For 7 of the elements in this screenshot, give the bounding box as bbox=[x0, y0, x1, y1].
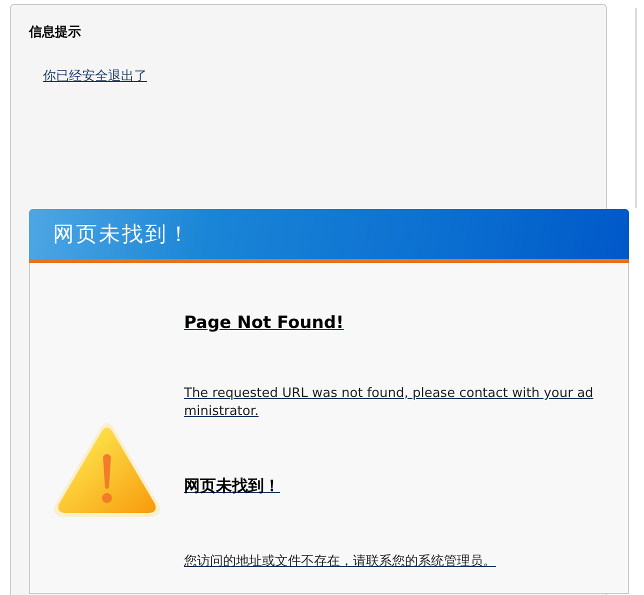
error-message: The requested URL was not found, please contact with your administrator. bbox=[184, 385, 594, 421]
page-not-found-heading: Page Not Found! bbox=[184, 313, 344, 333]
page-not-found-heading-zh: 网页未找到！ bbox=[184, 476, 280, 497]
panel-title: 信息提示 bbox=[29, 24, 82, 41]
logout-link[interactable]: 你已经安全退出了 bbox=[43, 67, 147, 85]
error-message-zh: 您访问的地址或文件不存在，请联系您的系统管理员。 bbox=[184, 553, 496, 571]
card-header: 网页未找到！ bbox=[29, 209, 629, 263]
